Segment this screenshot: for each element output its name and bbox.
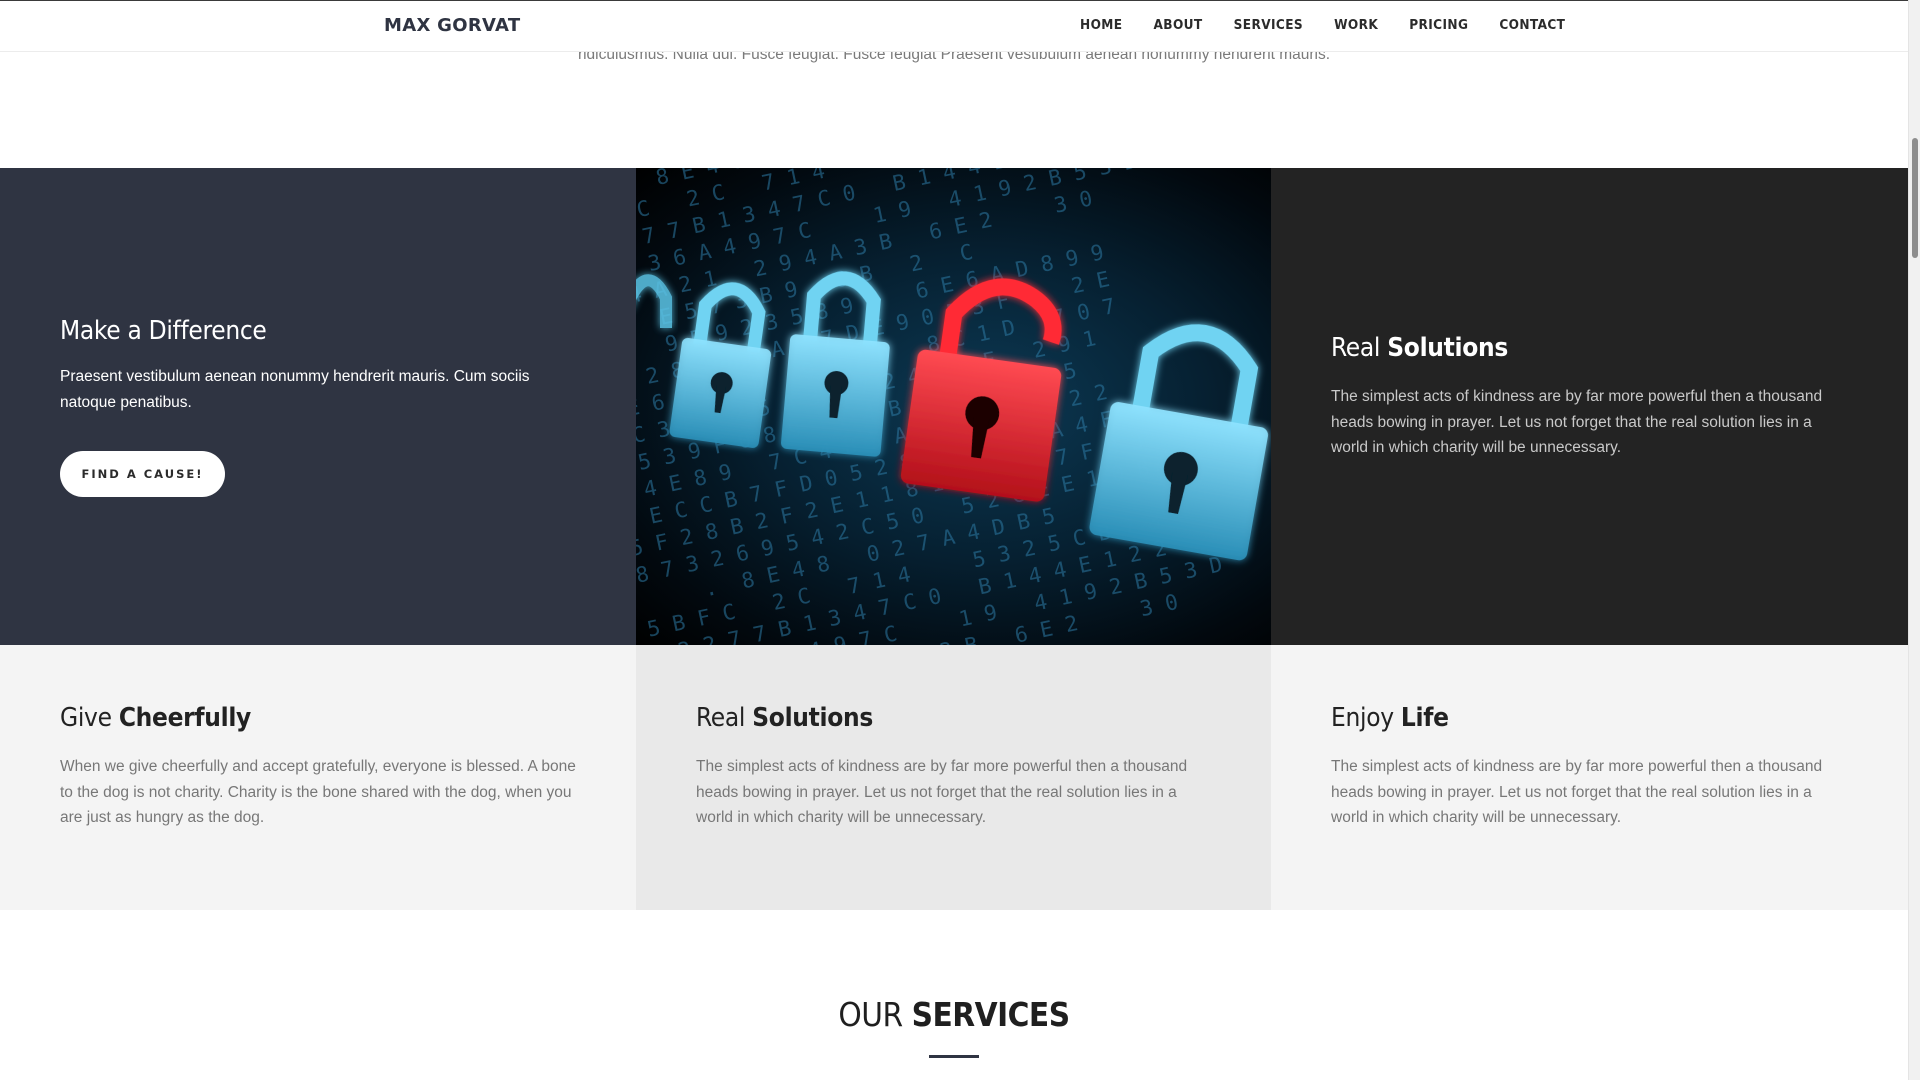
make-difference-title: Make a Difference — [60, 316, 267, 346]
nav-home[interactable]: HOME — [1080, 17, 1122, 33]
enjoy-life-title-bold: Life — [1400, 703, 1449, 733]
real-solutions-title-bold: Solutions — [1387, 333, 1509, 363]
real-solutions-col-title: Real Solutions — [696, 703, 873, 733]
enjoy-life-column: Enjoy Life The simplest acts of kindness… — [1271, 645, 1908, 910]
give-cheerfully-text: When we give cheerfully and accept grate… — [60, 758, 576, 826]
site-logo[interactable]: MAX GORVAT — [384, 15, 520, 36]
real-solutions-title: Real Solutions — [1331, 333, 1508, 363]
real-solutions-text: The simplest acts of kindness are by far… — [1331, 388, 1823, 456]
real-solutions-col-text: The simplest acts of kindness are by far… — [696, 758, 1188, 826]
nav-about[interactable]: ABOUT — [1153, 17, 1202, 33]
nav-work[interactable]: WORK — [1334, 17, 1378, 33]
give-cheerfully-title: Give Cheerfully — [60, 703, 251, 733]
make-difference-text: Praesent vestibulum aenean nonummy hendr… — [60, 368, 530, 411]
info-row: Give Cheerfully When we give cheerfully … — [0, 645, 1908, 910]
real-solutions-col-title-bold: Solutions — [752, 703, 874, 733]
page-scrollbar[interactable] — [1908, 0, 1920, 1080]
nav-contact[interactable]: CONTACT — [1499, 17, 1565, 33]
real-solutions-col-title-light: Real — [696, 703, 746, 733]
enjoy-life-text: The simplest acts of kindness are by far… — [1331, 758, 1823, 826]
scrollbar-thumb[interactable] — [1912, 138, 1918, 258]
security-image: D . 8 E 4 8 0 2 7 A 4 D B 5 8 5 5 B F C … — [636, 168, 1271, 645]
services-heading-bold: SERVICES — [911, 995, 1071, 1034]
enjoy-life-title-light: Enjoy — [1331, 703, 1394, 733]
services-divider — [929, 1055, 979, 1058]
real-solutions-title-light: Real — [1331, 333, 1381, 363]
find-cause-button[interactable]: FIND A CAUSE! — [60, 451, 225, 497]
enjoy-life-title: Enjoy Life — [1331, 703, 1449, 733]
services-heading-light: OUR — [838, 995, 903, 1034]
feature-row: Make a Difference Praesent vestibulum ae… — [0, 168, 1908, 645]
real-solutions-panel: Real Solutions The simplest acts of kind… — [1271, 168, 1908, 645]
site-header: MAX GORVAT HOME ABOUT SERVICES WORK PRIC… — [0, 0, 1908, 52]
give-cheerfully-column: Give Cheerfully When we give cheerfully … — [0, 645, 636, 910]
main-nav: HOME ABOUT SERVICES WORK PRICING CONTACT — [1080, 17, 1565, 33]
padlocks-icon — [636, 271, 1268, 561]
real-solutions-column: Real Solutions The simplest acts of kind… — [636, 645, 1271, 910]
give-cheerfully-title-light: Give — [60, 703, 112, 733]
nav-services[interactable]: SERVICES — [1234, 17, 1303, 33]
give-cheerfully-title-bold: Cheerfully — [118, 703, 252, 733]
make-difference-panel: Make a Difference Praesent vestibulum ae… — [0, 168, 636, 645]
services-heading: OUR SERVICES — [0, 995, 1908, 1034]
nav-pricing[interactable]: PRICING — [1409, 17, 1468, 33]
